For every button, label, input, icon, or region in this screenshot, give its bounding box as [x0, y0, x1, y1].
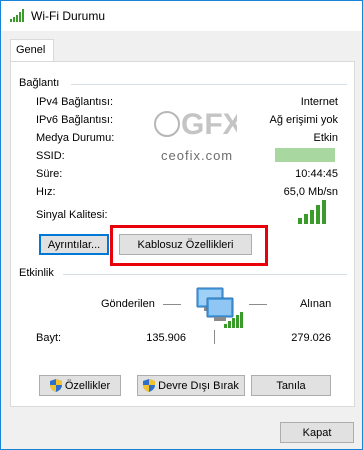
- ceofix-logo: GFX: [154, 108, 237, 141]
- wifi-signal-icon: [10, 9, 24, 22]
- properties-button[interactable]: Özellikler: [39, 375, 121, 396]
- section-label-activity: Etkinlik: [19, 267, 58, 279]
- activity-divider: [214, 330, 215, 344]
- svg-text:GFX: GFX: [181, 108, 237, 141]
- close-button[interactable]: Kapat: [280, 422, 354, 443]
- tab-general[interactable]: Genel: [10, 39, 54, 62]
- received-label: Alınan: [300, 298, 332, 310]
- ssid-value-redacted: [275, 148, 335, 162]
- window-title: Wi-Fi Durumu: [31, 9, 105, 23]
- ipv6-value: Ağ erişimi yok: [269, 114, 338, 126]
- section-divider: [63, 274, 347, 275]
- signal-strength-icon: [298, 200, 326, 224]
- duration-value: 10:44:45: [295, 168, 338, 180]
- sent-label: Gönderilen: [101, 298, 155, 310]
- media-state-label: Medya Durumu:: [36, 132, 115, 144]
- diagnose-button[interactable]: Tanıla: [251, 375, 331, 396]
- received-bytes-value: 279.026: [291, 332, 331, 344]
- uac-shield-icon: [49, 379, 62, 392]
- wifi-status-window: Wi-Fi Durumu Genel Bağlantı IPv4 Bağlant…: [0, 0, 363, 450]
- ssid-label: SSID:: [36, 150, 65, 162]
- title-bar[interactable]: Wi-Fi Durumu: [1, 1, 362, 31]
- sent-bytes-value: 135.906: [146, 332, 186, 344]
- received-line: [249, 304, 267, 305]
- watermark-site: ceofix.com: [161, 148, 234, 163]
- duration-label: Süre:: [36, 168, 63, 180]
- network-computers-icon: [196, 287, 243, 328]
- uac-shield-icon: [143, 379, 156, 392]
- details-button[interactable]: Ayrıntılar...: [39, 234, 109, 255]
- ipv4-value: Internet: [300, 96, 338, 108]
- ipv4-label: IPv4 Bağlantısı:: [36, 96, 114, 108]
- signal-quality-label: Sinyal Kalitesi:: [36, 209, 108, 221]
- section-divider: [71, 84, 347, 85]
- disable-button[interactable]: Devre Dışı Bırak: [137, 375, 245, 396]
- media-state-value: Etkin: [313, 132, 338, 144]
- speed-label: Hız:: [36, 186, 56, 198]
- sent-line: [163, 304, 181, 305]
- section-label-connection: Bağlantı: [19, 77, 64, 89]
- ipv6-label: IPv6 Bağlantısı:: [36, 114, 114, 126]
- bytes-label: Bayt:: [36, 332, 62, 344]
- speed-value: 65,0 Mb/sn: [283, 186, 338, 198]
- annotation-highlight-box: [110, 225, 268, 266]
